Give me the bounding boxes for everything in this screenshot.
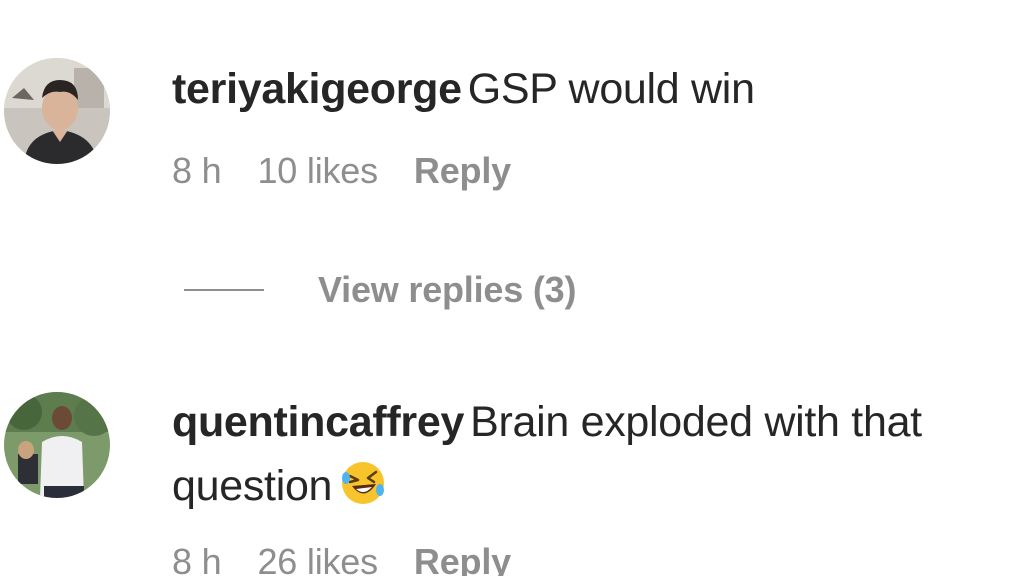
comment-text-continued: question [172, 454, 1004, 518]
user-avatar[interactable] [4, 392, 110, 498]
comment-likes[interactable]: 10 likes [257, 150, 378, 191]
laughing-emoji-icon [340, 460, 386, 506]
view-replies-button[interactable]: View replies (3) [184, 262, 576, 318]
user-avatar[interactable] [4, 58, 110, 164]
comment-text: teriyakigeorge GSP would win [172, 57, 1004, 121]
comment-body: Brain exploded with that [470, 398, 922, 446]
reply-button[interactable]: Reply [414, 150, 511, 191]
comment-username[interactable]: teriyakigeorge [172, 65, 462, 113]
comment-body-line2: question [172, 462, 333, 510]
replies-divider-line [184, 289, 264, 291]
avatar-photo-icon [4, 58, 110, 164]
comment-body: GSP would win [467, 65, 755, 113]
reply-button[interactable]: Reply [414, 541, 511, 576]
comment-time: 8 h [172, 541, 222, 576]
view-replies-label: View replies (3) [318, 269, 577, 310]
comment-text: quentincaffrey Brain exploded with that [172, 390, 1004, 454]
comments-section: teriyakigeorge GSP would win 8 h 10 likes R… [0, 0, 1024, 576]
comment-username[interactable]: quentincaffrey [172, 398, 464, 446]
avatar-photo-icon [4, 392, 110, 498]
comment-meta: 8 h 26 likes Reply [172, 541, 547, 576]
comment-meta: 8 h 10 likes Reply [172, 150, 547, 192]
comment-likes[interactable]: 26 likes [257, 541, 378, 576]
comment-time: 8 h [172, 150, 222, 191]
